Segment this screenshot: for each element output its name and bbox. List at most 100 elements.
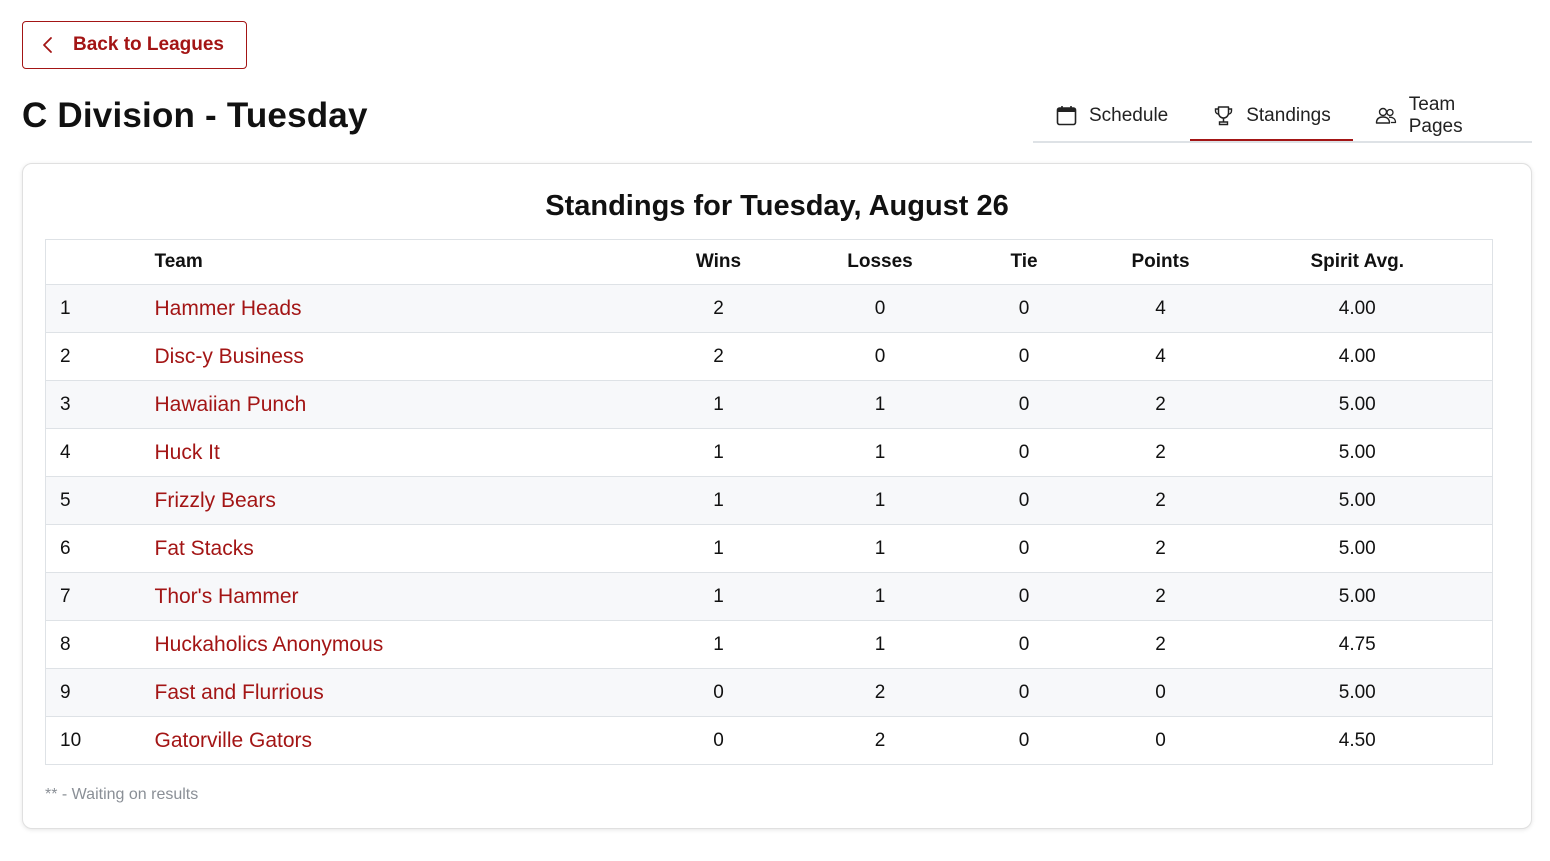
losses-cell: 2 [810,716,950,765]
table-row: 6 Fat Stacks 1 1 0 2 5.00 [45,524,1493,573]
rank-cell: 4 [45,428,155,477]
losses-cell: 1 [810,428,950,477]
points-cell: 4 [1098,284,1223,333]
team-link[interactable]: Fat Stacks [155,537,254,560]
team-cell: Hawaiian Punch [154,380,627,429]
rank-cell: 8 [45,620,155,669]
table-row: 1 Hammer Heads 2 0 0 4 4.00 [45,284,1493,333]
team-link[interactable]: Huckaholics Anonymous [155,633,384,656]
spirit-cell: 5.00 [1222,476,1493,525]
spirit-cell: 4.00 [1222,332,1493,381]
back-to-leagues-button[interactable]: Back to Leagues [22,21,247,69]
wins-cell: 2 [626,284,811,333]
points-cell: 2 [1098,572,1223,621]
column-header-wins: Wins [626,239,811,285]
table-row: 5 Frizzly Bears 1 1 0 2 5.00 [45,476,1493,525]
team-link[interactable]: Huck It [155,441,220,464]
team-link[interactable]: Frizzly Bears [155,489,276,512]
column-header-team: Team [154,239,627,285]
view-tabs: Schedule Standings Team Pages [1033,92,1532,143]
team-cell: Fast and Flurrious [154,668,627,717]
points-cell: 2 [1098,524,1223,573]
team-cell: Thor's Hammer [154,572,627,621]
tie-cell: 0 [949,332,1099,381]
table-header-row: Team Wins Losses Tie Points Spirit Avg. [45,239,1493,285]
tab-standings[interactable]: Standings [1190,92,1353,141]
losses-cell: 1 [810,572,950,621]
team-link[interactable]: Thor's Hammer [155,585,299,608]
table-row: 2 Disc-y Business 2 0 0 4 4.00 [45,332,1493,381]
spirit-cell: 5.00 [1222,668,1493,717]
losses-cell: 2 [810,668,950,717]
people-icon [1375,105,1397,127]
wins-cell: 1 [626,380,811,429]
table-row: 8 Huckaholics Anonymous 1 1 0 2 4.75 [45,620,1493,669]
column-header-points: Points [1098,239,1223,285]
table-row: 10 Gatorville Gators 0 2 0 0 4.50 [45,716,1493,765]
spirit-cell: 5.00 [1222,572,1493,621]
team-link[interactable]: Hawaiian Punch [155,393,307,416]
tab-schedule[interactable]: Schedule [1033,92,1190,139]
spirit-cell: 5.00 [1222,524,1493,573]
team-cell: Huck It [154,428,627,477]
team-cell: Hammer Heads [154,284,627,333]
points-cell: 0 [1098,716,1223,765]
wins-cell: 1 [626,572,811,621]
points-cell: 2 [1098,380,1223,429]
spirit-cell: 4.00 [1222,284,1493,333]
column-header-tie: Tie [949,239,1099,285]
standings-card: Standings for Tuesday, August 26 Team Wi… [22,163,1532,829]
tab-schedule-label: Schedule [1089,104,1169,126]
tie-cell: 0 [949,284,1099,333]
page-title: C Division - Tuesday [22,96,368,135]
rank-cell: 5 [45,476,155,525]
back-button-label: Back to Leagues [73,34,224,55]
wins-cell: 1 [626,620,811,669]
wins-cell: 0 [626,668,811,717]
table-row: 3 Hawaiian Punch 1 1 0 2 5.00 [45,380,1493,429]
points-cell: 2 [1098,476,1223,525]
standings-title: Standings for Tuesday, August 26 [545,190,1009,222]
team-link[interactable]: Disc-y Business [155,345,304,368]
losses-cell: 0 [810,332,950,381]
trophy-icon [1212,105,1234,127]
team-link[interactable]: Fast and Flurrious [155,681,324,704]
column-header-spirit-avg: Spirit Avg. [1222,239,1493,285]
tab-team-pages[interactable]: Team Pages [1353,92,1532,139]
table-row: 4 Huck It 1 1 0 2 5.00 [45,428,1493,477]
rank-cell: 3 [45,380,155,429]
team-cell: Gatorville Gators [154,716,627,765]
rank-cell: 10 [45,716,155,765]
losses-cell: 1 [810,524,950,573]
tie-cell: 0 [949,716,1099,765]
wins-cell: 1 [626,476,811,525]
tie-cell: 0 [949,428,1099,477]
points-cell: 2 [1098,428,1223,477]
team-link[interactable]: Gatorville Gators [155,729,313,752]
table-row: 9 Fast and Flurrious 0 2 0 0 5.00 [45,668,1493,717]
wins-cell: 0 [626,716,811,765]
wins-cell: 2 [626,332,811,381]
column-header-rank [45,239,155,285]
tie-cell: 0 [949,476,1099,525]
calendar-icon [1055,105,1077,127]
table-row: 7 Thor's Hammer 1 1 0 2 5.00 [45,572,1493,621]
wins-cell: 1 [626,524,811,573]
spirit-cell: 4.50 [1222,716,1493,765]
tie-cell: 0 [949,620,1099,669]
points-cell: 0 [1098,668,1223,717]
tab-team-pages-label: Team Pages [1408,93,1463,137]
spirit-cell: 5.00 [1222,428,1493,477]
losses-cell: 0 [810,284,950,333]
tie-cell: 0 [949,572,1099,621]
tie-cell: 0 [949,524,1099,573]
chevron-left-icon [41,36,55,54]
rank-cell: 7 [45,572,155,621]
points-cell: 2 [1098,620,1223,669]
rank-cell: 6 [45,524,155,573]
points-cell: 4 [1098,332,1223,381]
tie-cell: 0 [949,668,1099,717]
team-cell: Fat Stacks [154,524,627,573]
tab-standings-label: Standings [1246,104,1331,126]
team-link[interactable]: Hammer Heads [155,297,302,320]
